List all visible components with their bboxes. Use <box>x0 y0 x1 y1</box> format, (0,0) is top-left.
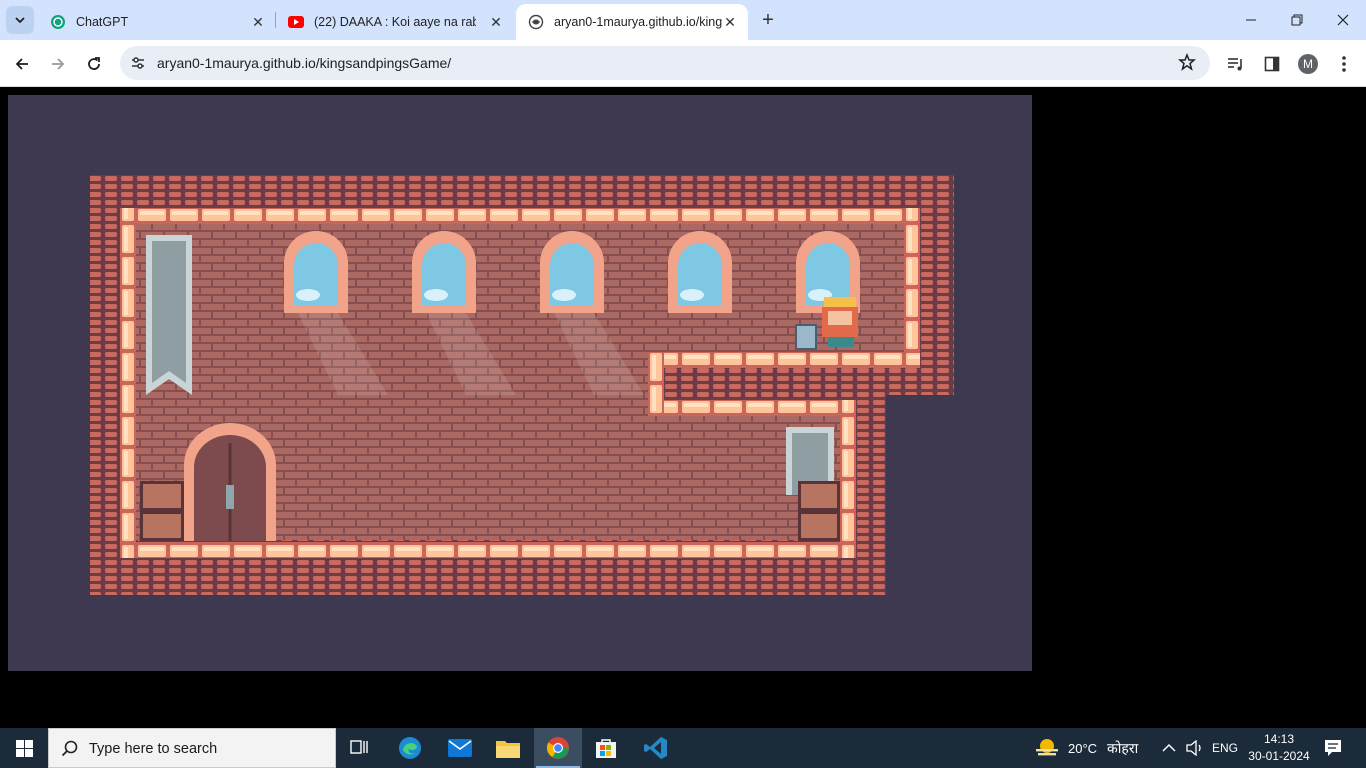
windows-logo-icon <box>15 739 33 757</box>
profile-button[interactable]: M <box>1296 52 1320 76</box>
notification-icon <box>1325 740 1341 756</box>
weather-widget[interactable]: 20°C कोहरा <box>1034 728 1138 768</box>
task-view-button[interactable] <box>336 728 384 768</box>
clock-date: 30-01-2024 <box>1248 749 1310 763</box>
music-queue-icon <box>1228 58 1242 71</box>
search-placeholder: Type here to search <box>89 741 218 757</box>
page-viewport <box>0 88 1366 728</box>
start-button[interactable] <box>0 728 48 768</box>
notifications-button[interactable] <box>1320 728 1346 768</box>
taskbar-chrome[interactable] <box>534 728 582 768</box>
taskbar-store[interactable] <box>582 728 630 768</box>
search-icon <box>61 740 78 757</box>
arrow-left-icon <box>15 58 28 70</box>
close-icon[interactable]: ✕ <box>486 12 506 32</box>
reload-icon <box>88 57 100 70</box>
tab-active-game[interactable]: aryan0-1maurya.github.io/kings ✕ <box>516 4 748 40</box>
more-vertical-icon <box>1342 56 1346 72</box>
show-hidden-icons[interactable] <box>1162 728 1176 768</box>
edge-icon <box>399 737 421 759</box>
address-bar[interactable]: aryan0-1maurya.github.io/kingsandpingsGa… <box>120 46 1210 80</box>
minimize-icon <box>1246 19 1256 21</box>
restore-icon <box>1291 14 1303 26</box>
window <box>284 231 348 313</box>
side-panel-button[interactable] <box>1260 52 1284 76</box>
window <box>540 231 604 313</box>
restore-button[interactable] <box>1274 0 1320 40</box>
url-text[interactable]: aryan0-1maurya.github.io/kingsandpingsGa… <box>157 55 451 71</box>
tab-chatgpt[interactable]: ChatGPT ✕ <box>38 4 276 40</box>
taskbar-search[interactable]: Type here to search <box>48 728 336 768</box>
taskbar-vscode[interactable] <box>632 728 680 768</box>
close-icon[interactable]: ✕ <box>248 12 268 32</box>
weather-temp: 20°C <box>1068 740 1098 756</box>
tab-title: ChatGPT <box>76 15 129 29</box>
windows-taskbar: Type here to search 20°C कोहरा ENG 14:13… <box>0 728 1366 768</box>
clock-time: 14:13 <box>1263 732 1295 746</box>
site-info-icon[interactable] <box>130 55 146 76</box>
castle-door <box>184 423 276 541</box>
close-icon <box>1337 14 1349 26</box>
tab-search-button[interactable] <box>6 6 34 34</box>
mail-icon <box>448 739 472 757</box>
tab-title: (22) DAAKA : Koi aaye na rabba <box>314 15 476 29</box>
banner-left <box>146 235 192 395</box>
window <box>412 231 476 313</box>
side-panel-icon <box>1264 56 1280 72</box>
taskbar-edge[interactable] <box>386 728 434 768</box>
browser-toolbar: aryan0-1maurya.github.io/kingsandpingsGa… <box>0 40 1366 87</box>
tab-youtube[interactable]: (22) DAAKA : Koi aaye na rabba ✕ <box>276 4 514 40</box>
media-control-button[interactable] <box>1224 52 1248 76</box>
bookmark-star-icon[interactable] <box>1178 52 1196 76</box>
speaker-icon <box>1186 740 1201 756</box>
chevron-down-icon <box>15 17 25 24</box>
folder-icon <box>496 741 520 758</box>
window <box>668 231 732 313</box>
back-button[interactable] <box>8 50 36 78</box>
taskbar-file-explorer[interactable] <box>484 728 532 768</box>
clock[interactable]: 14:13 30-01-2024 <box>1248 728 1310 768</box>
chatgpt-icon <box>50 14 66 30</box>
arrow-right-icon <box>52 58 65 70</box>
store-icon <box>596 739 616 758</box>
minimize-button[interactable] <box>1228 0 1274 40</box>
volume-button[interactable] <box>1186 728 1204 768</box>
menu-button[interactable] <box>1332 52 1356 76</box>
globe-icon <box>528 14 544 30</box>
reload-button[interactable] <box>80 50 108 78</box>
close-window-button[interactable] <box>1320 0 1366 40</box>
game-canvas[interactable] <box>8 95 1032 671</box>
vscode-icon <box>644 737 667 759</box>
tab-strip: ChatGPT ✕ (22) DAAKA : Koi aaye na rabba… <box>0 0 1366 40</box>
forward-button[interactable] <box>44 50 72 78</box>
game-scene <box>90 175 954 595</box>
language-indicator[interactable]: ENG <box>1212 728 1238 768</box>
avatar: M <box>1298 54 1318 74</box>
tab-title: aryan0-1maurya.github.io/kings <box>554 15 722 29</box>
sun-fog-icon <box>1036 739 1058 756</box>
weather-desc: कोहरा <box>1107 739 1139 756</box>
taskbar-mail[interactable] <box>436 728 484 768</box>
youtube-icon <box>288 14 304 30</box>
language-label: ENG <box>1212 741 1239 755</box>
task-view-icon <box>350 740 368 754</box>
new-tab-button[interactable]: + <box>756 8 780 32</box>
close-icon[interactable]: ✕ <box>720 12 740 32</box>
chevron-up-icon <box>1162 743 1176 752</box>
chrome-icon <box>546 737 569 759</box>
